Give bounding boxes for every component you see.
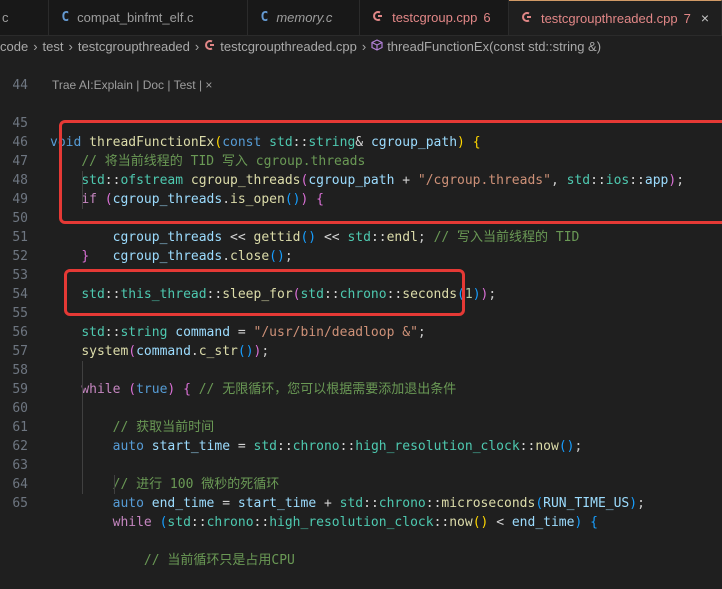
code-line: 63 auto end_time = start_time + std::chr… — [0, 437, 722, 511]
tab-compat-binfmt-elf[interactable]: C compat_binfmt_elf.c — [49, 0, 249, 35]
namespace: chrono — [206, 515, 254, 530]
cpp-file-icon — [521, 11, 533, 26]
code-line: 57 — [0, 323, 722, 359]
line-number: 65 — [12, 496, 28, 511]
code-line: 53 std::this_thread::sleep_for(std::chro… — [0, 247, 722, 302]
breadcrumb-item-symbol[interactable]: threadFunctionEx(const std::string &) — [387, 39, 601, 54]
breadcrumb-item-test[interactable]: test — [43, 39, 64, 54]
breadcrumb-item-file[interactable]: testcgroupthreaded.cpp — [220, 39, 357, 54]
keyword: while — [112, 515, 152, 530]
chevron-right-icon: › — [361, 38, 367, 54]
chevron-right-icon: › — [68, 38, 73, 54]
codelens-actions[interactable]: Trae AI:Explain | Doc | Test | × — [52, 76, 212, 95]
tab-label: testcgroup.cpp — [392, 10, 478, 25]
breadcrumb-item-code[interactable]: code — [0, 39, 28, 54]
code-line: 45 void threadFunctionEx(const std::stri… — [0, 95, 722, 150]
problem-count-badge: 6 — [483, 10, 491, 25]
tab-label: compat_binfmt_elf.c — [77, 10, 194, 25]
function-call: now — [449, 515, 473, 530]
close-icon[interactable]: × — [701, 10, 709, 26]
editor-tab-bar: c C compat_binfmt_elf.c C memory.c testc… — [0, 0, 722, 36]
code-line: 65 // 当前循环只是占用CPU — [0, 475, 722, 568]
tab-testcgroup-cpp[interactable]: testcgroup.cpp 6 — [360, 0, 509, 35]
code-line: 58 while (true) { // 无限循环，您可以根据需要添加退出条件 — [0, 342, 722, 397]
breadcrumb-item-folder[interactable]: testcgroupthreaded — [78, 39, 190, 54]
highlight-box-file-write — [59, 120, 722, 224]
code-line: 62 // 进行 100 微秒的死循环 — [0, 418, 722, 492]
variable: end_time — [151, 496, 215, 511]
code-line: 61 — [0, 399, 722, 435]
keyword: auto — [112, 496, 144, 511]
c-file-icon: C — [61, 10, 70, 25]
tab-label: testcgroupthreaded.cpp — [540, 10, 678, 26]
problem-count-badge: 7 — [683, 10, 691, 26]
namespace: chrono — [378, 496, 426, 511]
type: high_resolution_clock — [269, 515, 434, 530]
code-line: 44 — [0, 57, 722, 93]
code-line: 59 // 获取当前时间 — [0, 361, 722, 435]
chevron-right-icon: › — [194, 38, 200, 54]
comment: // 当前循环只是占用CPU — [143, 553, 295, 568]
codelens[interactable]: Trae AI:Explain | Doc | Test | × — [0, 76, 722, 95]
tab-memory-c[interactable]: C memory.c — [248, 0, 361, 35]
cpp-file-icon — [204, 39, 216, 54]
method-icon — [371, 38, 383, 54]
variable: end_time — [511, 515, 575, 530]
cpp-file-icon — [372, 10, 384, 25]
function-call: microseconds — [441, 496, 536, 511]
tab-label: c — [2, 10, 9, 25]
highlight-box-system-call — [64, 269, 465, 316]
c-file-icon: C — [260, 10, 269, 25]
code-line: 64 while (std::chrono::high_resolution_c… — [0, 456, 722, 530]
macro: RUN_TIME_US — [543, 496, 630, 511]
variable: start_time — [237, 496, 317, 511]
code-line: 52 — [0, 228, 722, 264]
chevron-right-icon: › — [33, 38, 38, 54]
tab-label: memory.c — [276, 10, 333, 25]
tab-testcgroupthreaded-cpp[interactable]: testcgroupthreaded.cpp 7 × — [508, 0, 722, 35]
breadcrumb: code › test › testcgroupthreaded › testc… — [0, 35, 722, 57]
code-line: 60 auto start_time = std::chrono::high_r… — [0, 380, 722, 454]
tab-c-file[interactable]: c — [0, 0, 50, 35]
